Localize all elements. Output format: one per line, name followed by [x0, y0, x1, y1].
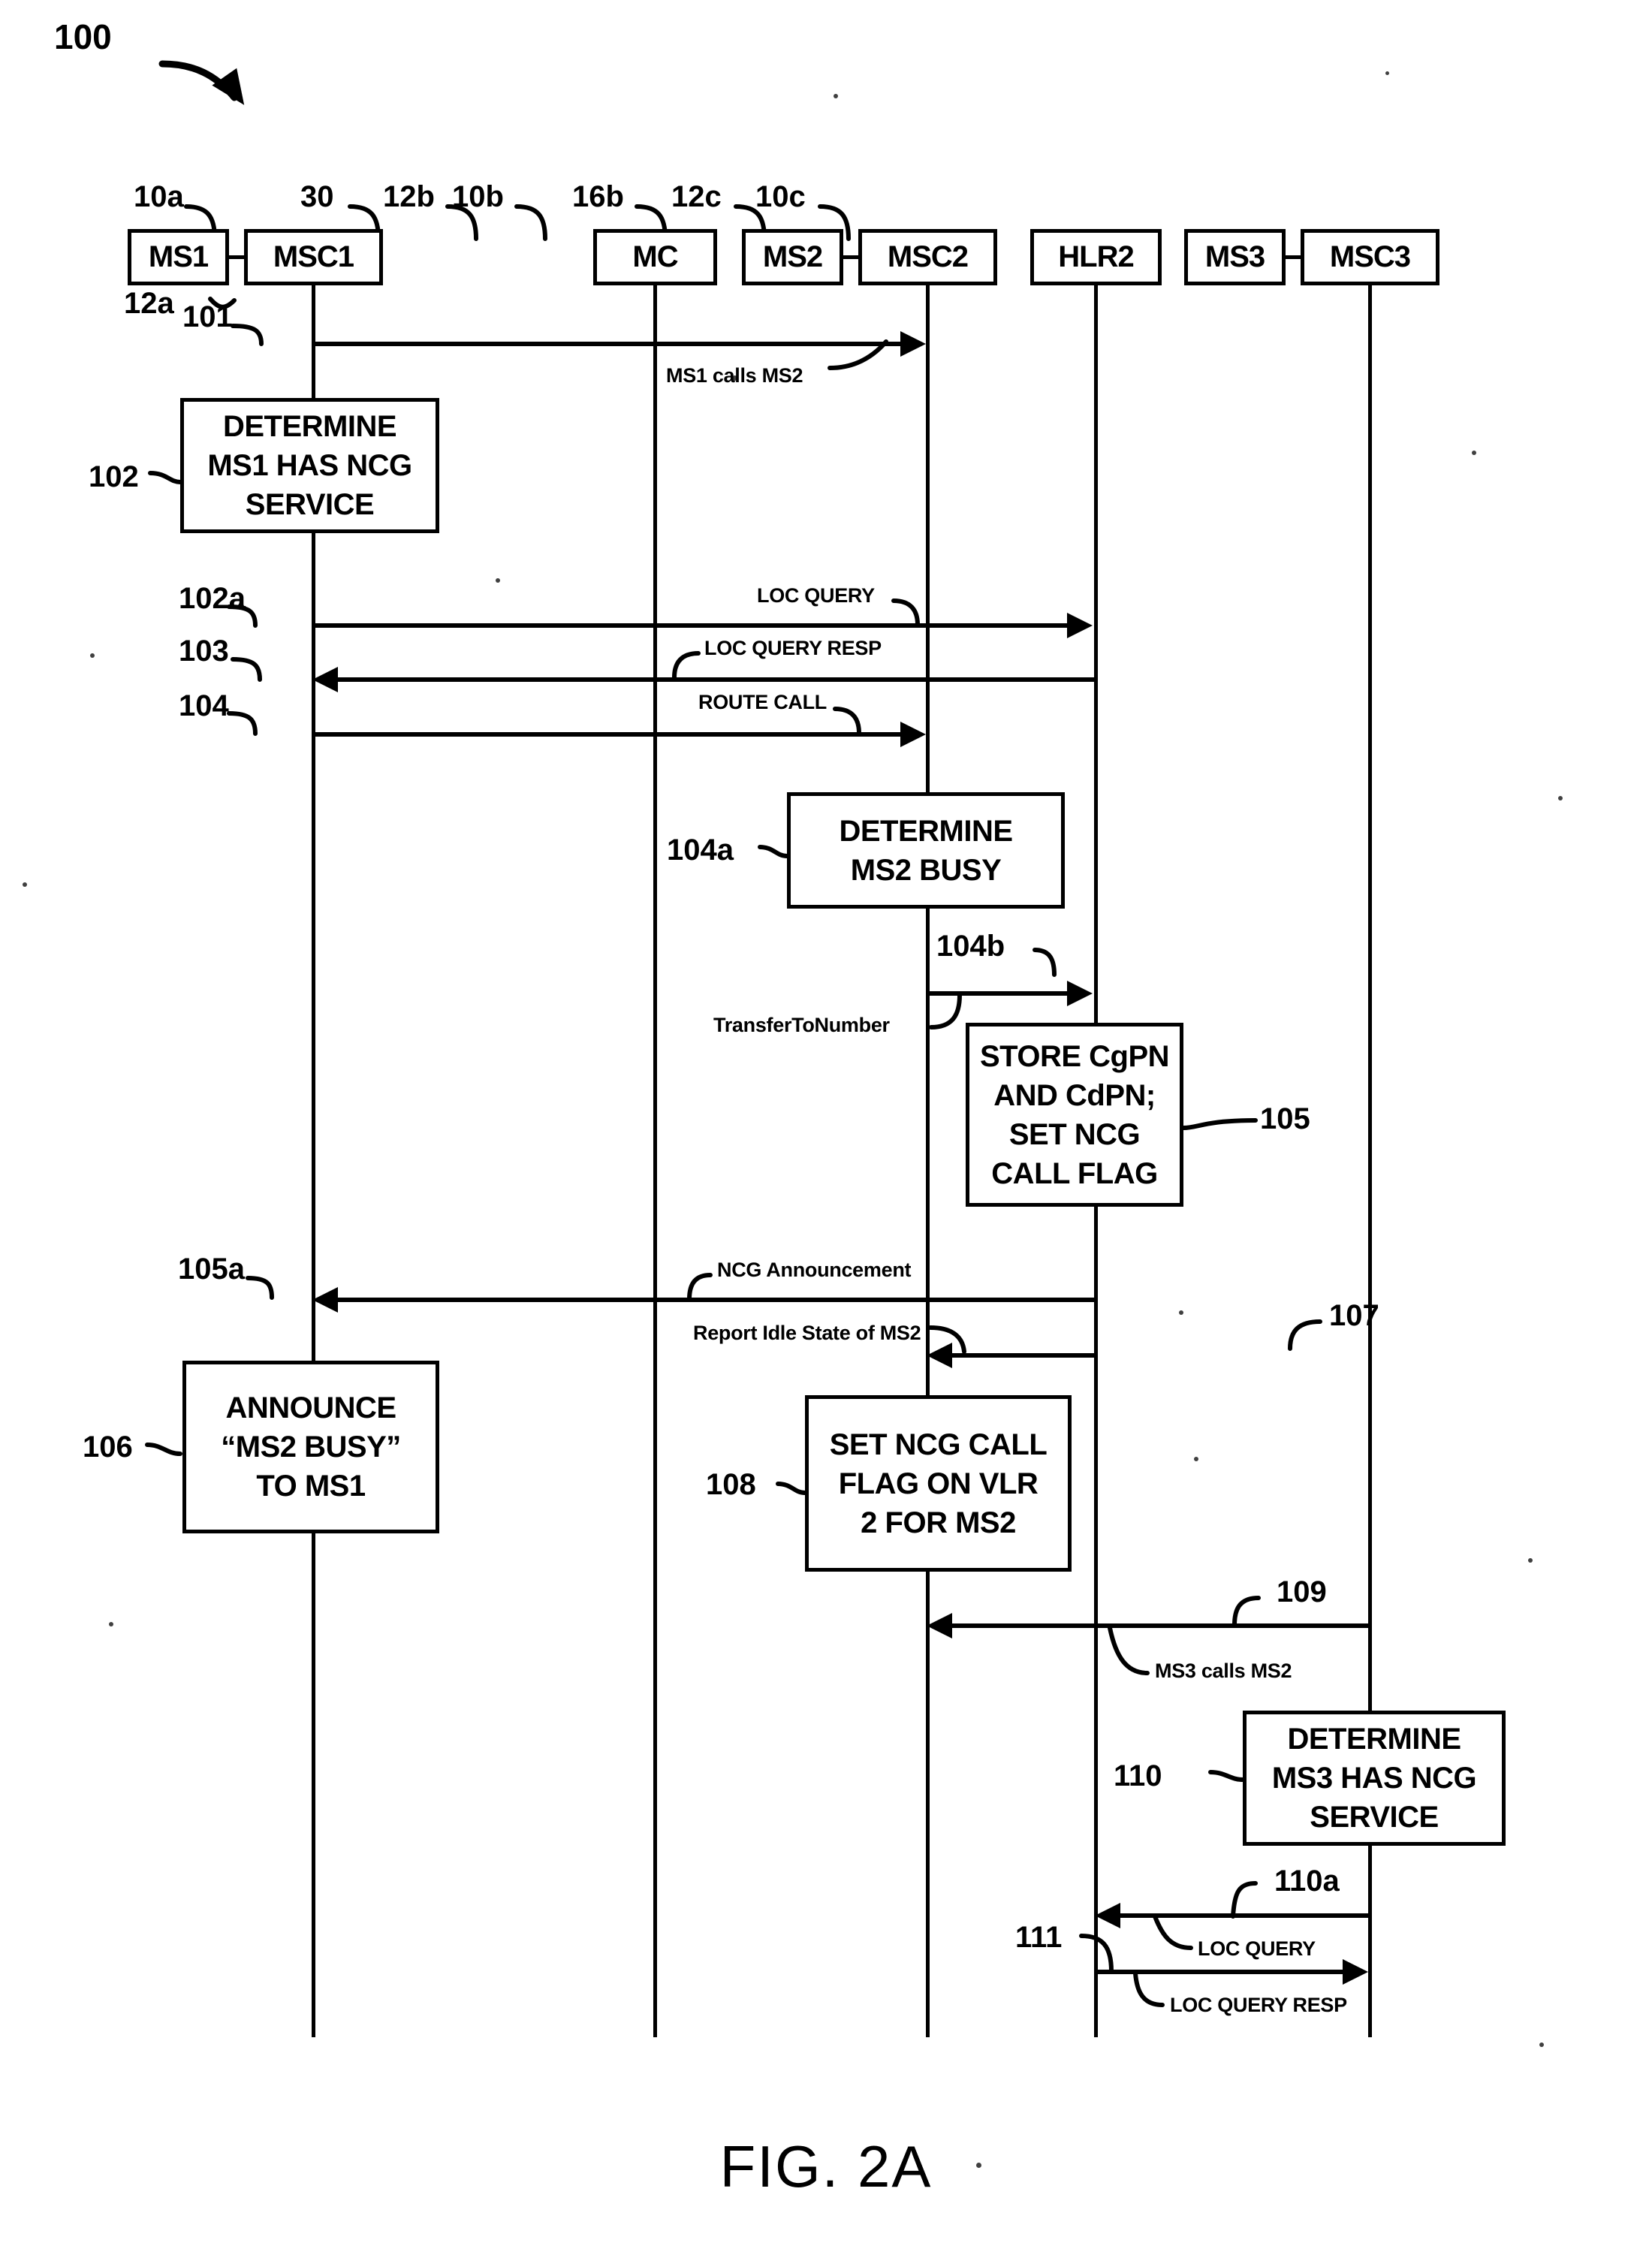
- patent-figure-page: 100 MS1 MSC1 MC MS2 MSC2 HLR2 MS3 MSC3 1…: [0, 0, 1652, 2255]
- message-leaders-111: [1079, 1934, 1165, 2007]
- figure-caption: FIG. 2A: [719, 2133, 933, 2199]
